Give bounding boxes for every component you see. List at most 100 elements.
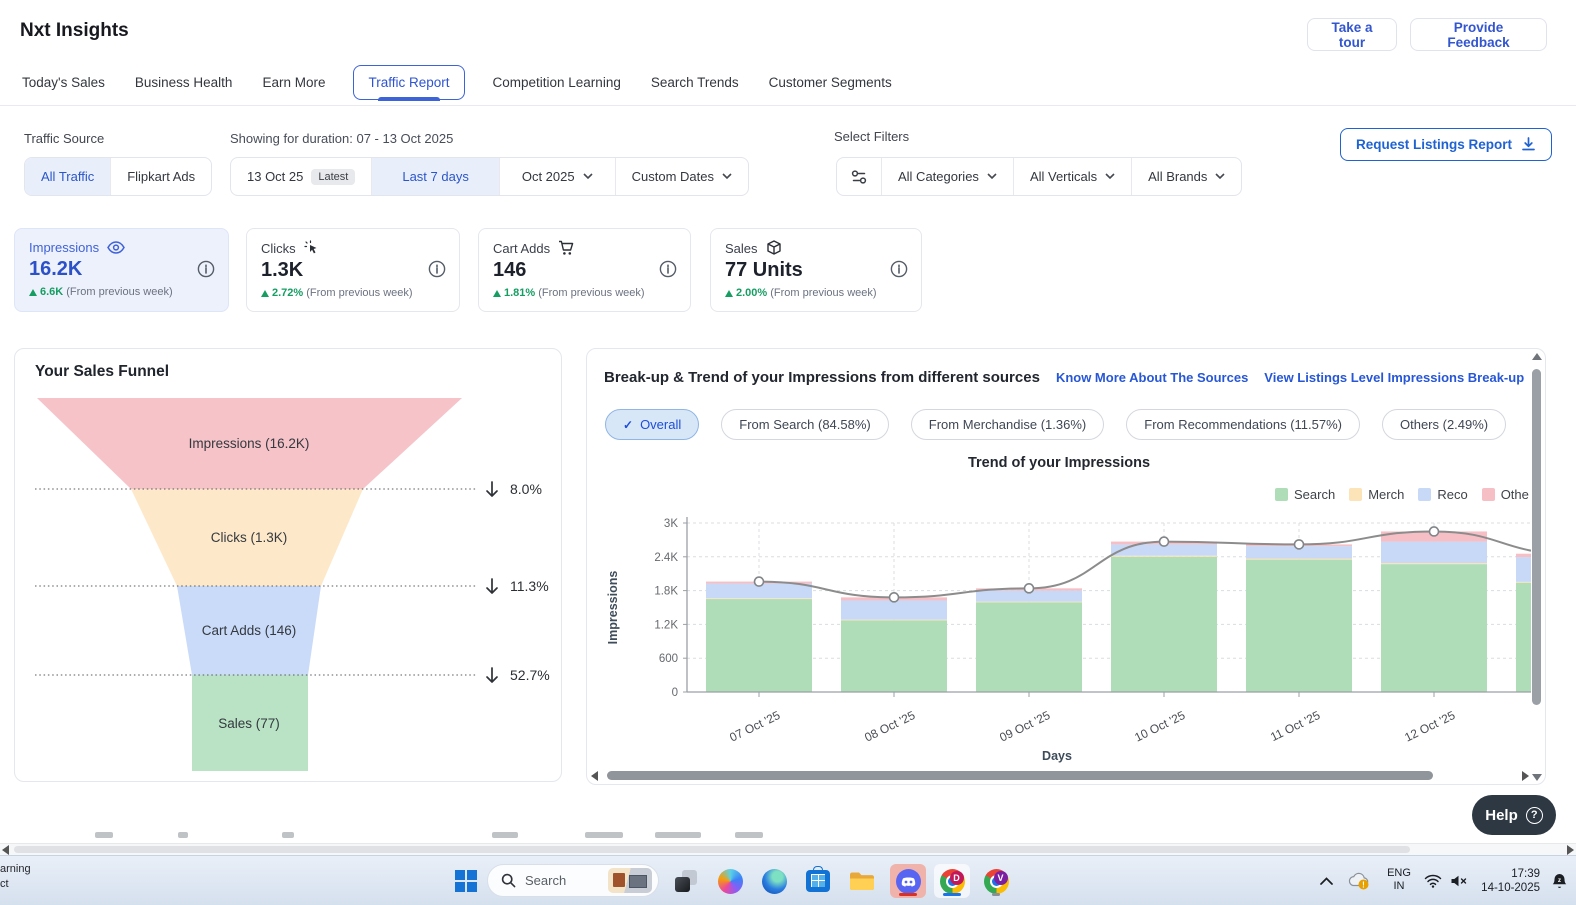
question-mark-icon: ? <box>1526 807 1543 824</box>
legend-item[interactable]: Merch <box>1349 487 1404 502</box>
all-verticals-text: All Verticals <box>1030 169 1097 184</box>
profile-badge-v: V <box>994 871 1008 885</box>
legend-item[interactable]: Reco <box>1418 487 1467 502</box>
duration-custom-dates-dropdown[interactable]: Custom Dates <box>615 158 748 195</box>
tab-competition-learning[interactable]: Competition Learning <box>491 66 623 99</box>
bar-segment-merch <box>1246 558 1352 559</box>
scroll-left-arrow[interactable] <box>591 771 598 781</box>
know-more-link[interactable]: Know More About The Sources <box>1056 370 1248 385</box>
search-placeholder: Search <box>525 873 599 888</box>
page-title: Nxt Insights <box>20 20 129 42</box>
all-categories-dropdown[interactable]: All Categories <box>881 158 1013 195</box>
info-icon[interactable] <box>890 260 908 278</box>
language-indicator[interactable]: ENGIN <box>1382 867 1416 893</box>
funnel-title: Your Sales Funnel <box>35 363 169 381</box>
page-scroll-right-arrow[interactable] <box>1567 845 1574 855</box>
svg-text:2.4K: 2.4K <box>654 552 678 564</box>
chrome-profile-d-button[interactable]: D <box>934 864 970 898</box>
legend-item[interactable]: Search <box>1275 487 1335 502</box>
bar-segment-search <box>976 602 1082 692</box>
tab-earn-more[interactable]: Earn More <box>260 66 327 99</box>
discord-button[interactable] <box>890 864 926 898</box>
scroll-down-arrow[interactable] <box>1532 774 1542 781</box>
scroll-up-arrow[interactable] <box>1532 353 1542 360</box>
bell-sleep-icon: z <box>1550 872 1569 891</box>
page-scroll-left-arrow[interactable] <box>2 845 9 855</box>
page-horizontal-scrollbar[interactable] <box>0 843 1576 855</box>
onedrive-tray-icon[interactable]: ! <box>1344 864 1374 898</box>
metric-label: Impressions <box>29 240 99 255</box>
all-brands-dropdown[interactable]: All Brands <box>1131 158 1241 195</box>
metric-card-sales[interactable]: Sales 77 Units 2.00% (From previous week… <box>710 228 922 312</box>
all-verticals-dropdown[interactable]: All Verticals <box>1013 158 1131 195</box>
taskbar-search-input[interactable]: Search <box>487 864 659 897</box>
search-highlight-image[interactable] <box>608 868 652 893</box>
pill-overall[interactable]: ✓ Overall <box>605 409 699 440</box>
tab-customer-segments[interactable]: Customer Segments <box>767 66 894 99</box>
legend-label: Merch <box>1368 487 1404 502</box>
tab-search-trends[interactable]: Search Trends <box>649 66 741 99</box>
pill-label: Others (2.49%) <box>1400 417 1488 432</box>
tray-chevron-up[interactable] <box>1312 864 1340 898</box>
metric-card-impressions[interactable]: Impressions 16.2K 6.6K (From previous we… <box>14 228 229 312</box>
duration-last-7-days[interactable]: Last 7 days <box>371 158 499 195</box>
svg-text:Clicks (1.3K): Clicks (1.3K) <box>211 530 288 545</box>
info-icon[interactable] <box>197 260 215 278</box>
bar-segment-search <box>1381 564 1487 692</box>
start-button[interactable] <box>448 864 484 898</box>
duration-month-dropdown[interactable]: Oct 2025 <box>499 158 615 195</box>
chrome-profile-v-button[interactable]: V <box>978 864 1014 898</box>
increase-arrow-icon <box>493 290 501 297</box>
provide-feedback-button[interactable]: Provide Feedback <box>1410 18 1547 51</box>
request-listings-report-button[interactable]: Request Listings Report <box>1340 128 1552 161</box>
scroll-right-arrow[interactable] <box>1522 771 1529 781</box>
legend-label: Others <box>1501 487 1529 502</box>
month-text: Oct 2025 <box>522 169 575 184</box>
page-scrollbar-thumb[interactable] <box>14 846 1410 853</box>
chevron-down-icon <box>722 173 732 180</box>
vertical-scrollbar[interactable] <box>1530 353 1543 781</box>
pill-others[interactable]: Others (2.49%) <box>1382 409 1506 440</box>
take-a-tour-button[interactable]: Take a tour <box>1307 18 1397 51</box>
pill-from-merchandise[interactable]: From Merchandise (1.36%) <box>911 409 1105 440</box>
edge-button[interactable] <box>756 864 792 898</box>
svg-text:11 Oct '25: 11 Oct '25 <box>1268 708 1322 744</box>
pill-from-recommendations[interactable]: From Recommendations (11.57%) <box>1126 409 1360 440</box>
impressions-breakup-card: Break-up & Trend of your Impressions fro… <box>586 348 1546 785</box>
microsoft-store-button[interactable] <box>800 864 836 898</box>
filters-group: All Categories All Verticals All Brands <box>836 157 1242 196</box>
metric-card-cart-adds[interactable]: Cart Adds 146 1.81% (From previous week) <box>478 228 691 312</box>
chevron-up-icon <box>1320 877 1333 885</box>
chrome-icon: V <box>984 869 1009 894</box>
metric-card-clicks[interactable]: Clicks 1.3K 2.72% (From previous week) <box>246 228 460 312</box>
latest-badge: Latest <box>311 169 355 185</box>
svg-text:3K: 3K <box>664 518 678 530</box>
duration-latest-date[interactable]: 13 Oct 25 Latest <box>231 158 371 195</box>
legend-swatch <box>1349 488 1362 501</box>
filter-settings-icon[interactable] <box>837 158 881 195</box>
horizontal-scrollbar[interactable] <box>591 769 1529 783</box>
info-icon[interactable] <box>659 260 677 278</box>
bar-segment-search <box>706 599 812 692</box>
file-explorer-button[interactable] <box>844 864 880 898</box>
scrollbar-thumb[interactable] <box>1532 369 1541 705</box>
copilot-button[interactable] <box>712 864 748 898</box>
svg-text:12 Oct '25: 12 Oct '25 <box>1402 708 1457 745</box>
pill-from-search[interactable]: From Search (84.58%) <box>721 409 889 440</box>
clock-tray[interactable]: 17:39 14-10-2025 <box>1481 867 1540 895</box>
view-listings-link[interactable]: View Listings Level Impressions Break-up <box>1264 370 1524 385</box>
scrollbar-thumb[interactable] <box>607 771 1433 780</box>
metric-delta-suffix: (From previous week) <box>770 287 876 299</box>
traffic-source-flipkart-ads[interactable]: Flipkart Ads <box>110 158 211 195</box>
info-icon[interactable] <box>428 260 446 278</box>
tab-traffic-report[interactable]: Traffic Report <box>353 65 464 100</box>
tab-todays-sales[interactable]: Today's Sales <box>20 66 107 99</box>
legend-item[interactable]: Others <box>1482 487 1529 502</box>
notifications-tray-icon[interactable]: z <box>1544 864 1574 898</box>
traffic-source-all-traffic[interactable]: All Traffic <box>25 158 110 195</box>
task-view-button[interactable] <box>668 864 704 898</box>
volume-tray-icon[interactable] <box>1446 864 1472 898</box>
wifi-tray-icon[interactable] <box>1420 864 1446 898</box>
copilot-icon <box>718 869 743 894</box>
tab-business-health[interactable]: Business Health <box>133 66 235 99</box>
